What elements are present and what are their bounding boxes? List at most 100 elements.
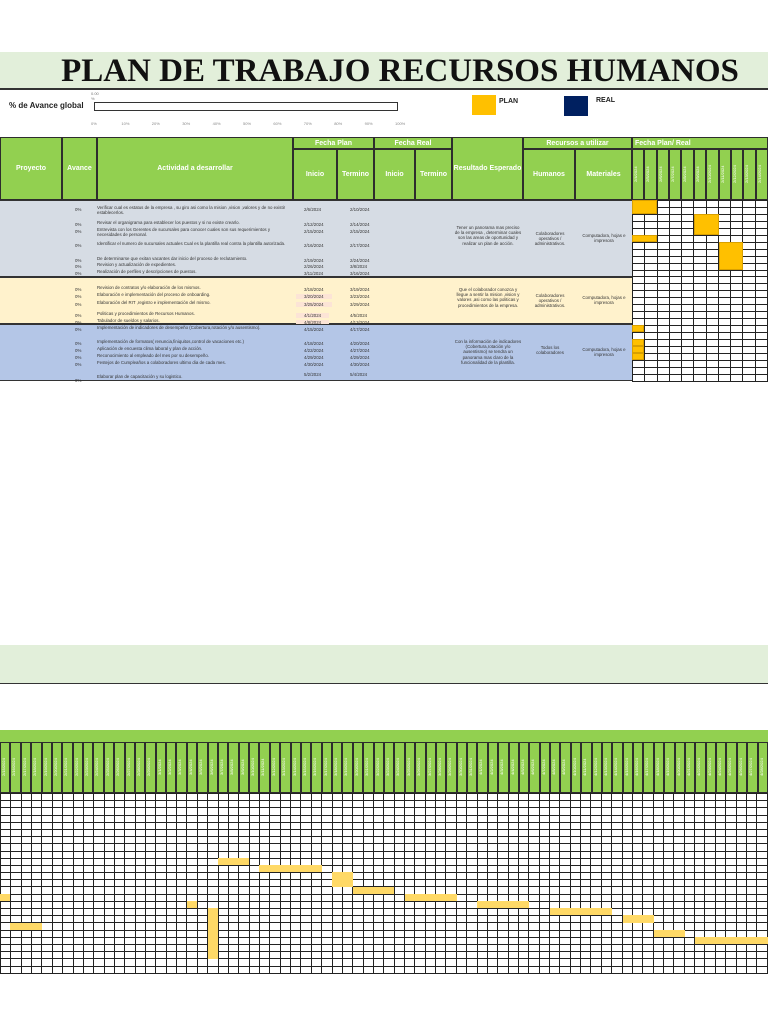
- gantt-cell[interactable]: [31, 872, 43, 881]
- gantt-cell[interactable]: [559, 864, 571, 874]
- gantt-cell[interactable]: [681, 297, 695, 306]
- gantt-cell[interactable]: [331, 836, 343, 845]
- gantt-cell[interactable]: [735, 836, 747, 845]
- gantt-cell[interactable]: [476, 929, 488, 938]
- gantt-cell[interactable]: [403, 821, 416, 830]
- gantt-cell[interactable]: [590, 857, 602, 866]
- gantt-cell[interactable]: [725, 879, 737, 888]
- gantt-cell[interactable]: [681, 213, 695, 222]
- gantt-cell[interactable]: [705, 359, 719, 368]
- gantt-cell[interactable]: [745, 857, 758, 866]
- gantt-cell[interactable]: [103, 850, 115, 859]
- gantt-cell[interactable]: [673, 879, 685, 888]
- gantt-cell[interactable]: [279, 807, 292, 816]
- gantt-cell[interactable]: [124, 857, 136, 866]
- gantt-cell[interactable]: [694, 951, 706, 960]
- gantt-cell[interactable]: [352, 821, 364, 830]
- gantt-cell[interactable]: [704, 893, 716, 902]
- gantt-cell[interactable]: [445, 936, 457, 945]
- gantt-cell[interactable]: [580, 792, 592, 802]
- gantt-cell[interactable]: [497, 864, 509, 874]
- gantt-cell[interactable]: [134, 864, 147, 874]
- gantt-cell[interactable]: [642, 821, 654, 830]
- gantt-cell[interactable]: [668, 346, 683, 354]
- gantt-cell[interactable]: [497, 792, 509, 802]
- gantt-cell[interactable]: [403, 936, 416, 945]
- gantt-cell[interactable]: [403, 907, 416, 917]
- gantt-cell[interactable]: [145, 915, 157, 924]
- gantt-cell[interactable]: [580, 886, 592, 895]
- gantt-cell[interactable]: [51, 821, 64, 830]
- gantt-cell[interactable]: [134, 943, 147, 953]
- gantt-cell[interactable]: [745, 922, 758, 931]
- gantt-cell[interactable]: [31, 850, 43, 859]
- gantt-cell[interactable]: [725, 943, 737, 953]
- gantt-cell[interactable]: [145, 879, 157, 888]
- gantt-cell[interactable]: [393, 936, 406, 945]
- gantt-cell[interactable]: [662, 836, 675, 845]
- gantt-cell[interactable]: [393, 807, 406, 816]
- gantt-cell[interactable]: [41, 907, 53, 917]
- gantt-cell[interactable]: [717, 352, 732, 361]
- gantt-cell[interactable]: [717, 366, 732, 375]
- gantt-cell[interactable]: [165, 864, 178, 874]
- gantt-cell[interactable]: [310, 872, 323, 881]
- gantt-cell[interactable]: [72, 922, 84, 931]
- gantt-cell[interactable]: [455, 843, 468, 852]
- gantt-cell[interactable]: [31, 951, 43, 960]
- gantt-cell[interactable]: [290, 821, 302, 830]
- gantt-cell[interactable]: [705, 290, 719, 299]
- gantt-cell[interactable]: [611, 807, 623, 816]
- gantt-cell[interactable]: [466, 951, 478, 960]
- gantt-cell[interactable]: [93, 872, 105, 881]
- gantt-cell[interactable]: [51, 836, 64, 845]
- gantt-cell[interactable]: [656, 346, 670, 354]
- gantt-cell[interactable]: [683, 893, 696, 902]
- gantt-cell[interactable]: [145, 850, 157, 859]
- gantt-cell[interactable]: [662, 951, 675, 960]
- gantt-cell[interactable]: [41, 879, 53, 888]
- gantt-cell[interactable]: [559, 814, 571, 823]
- gantt-cell[interactable]: [393, 857, 406, 866]
- gantt-cell[interactable]: [714, 965, 727, 974]
- gantt-cell[interactable]: [155, 872, 167, 881]
- gantt-cell[interactable]: [393, 872, 406, 881]
- gantt-cell[interactable]: [705, 200, 719, 208]
- gantt-cell[interactable]: [559, 800, 571, 809]
- gantt-cell[interactable]: [730, 227, 744, 236]
- gantt-cell[interactable]: [145, 965, 157, 974]
- gantt-cell[interactable]: [238, 951, 250, 960]
- gantt-cell[interactable]: [644, 325, 658, 334]
- gantt-cell[interactable]: [207, 843, 219, 852]
- gantt-cell[interactable]: [217, 879, 229, 888]
- gantt-cell[interactable]: [424, 915, 437, 924]
- gantt-cell[interactable]: [445, 958, 457, 967]
- gantt-cell[interactable]: [155, 951, 167, 960]
- gantt-cell[interactable]: [0, 800, 12, 809]
- gantt-cell[interactable]: [631, 241, 646, 250]
- gantt-cell[interactable]: [735, 879, 747, 888]
- gantt-cell[interactable]: [93, 915, 105, 924]
- gantt-cell[interactable]: [62, 886, 74, 895]
- gantt-cell[interactable]: [414, 857, 426, 866]
- gantt-cell[interactable]: [134, 958, 147, 967]
- gantt-cell[interactable]: [742, 213, 756, 222]
- gantt-cell[interactable]: [528, 943, 540, 953]
- gantt-cell[interactable]: [321, 893, 333, 902]
- gantt-cell[interactable]: [124, 943, 136, 953]
- gantt-cell[interactable]: [310, 814, 323, 823]
- gantt-cell[interactable]: [668, 248, 683, 257]
- gantt-cell[interactable]: [279, 850, 292, 859]
- gantt-cell[interactable]: [227, 843, 240, 852]
- gantt-cell[interactable]: [20, 943, 33, 953]
- gantt-cell[interactable]: [694, 836, 706, 845]
- gantt-cell[interactable]: [300, 907, 312, 917]
- gantt-cell[interactable]: [10, 807, 22, 816]
- gantt-cell[interactable]: [754, 325, 768, 334]
- gantt-cell[interactable]: [538, 807, 551, 816]
- gantt-cell[interactable]: [352, 828, 364, 838]
- gantt-cell[interactable]: [486, 800, 499, 809]
- gantt-cell[interactable]: [590, 893, 602, 902]
- gantt-cell[interactable]: [652, 800, 665, 809]
- gantt-cell[interactable]: [393, 843, 406, 852]
